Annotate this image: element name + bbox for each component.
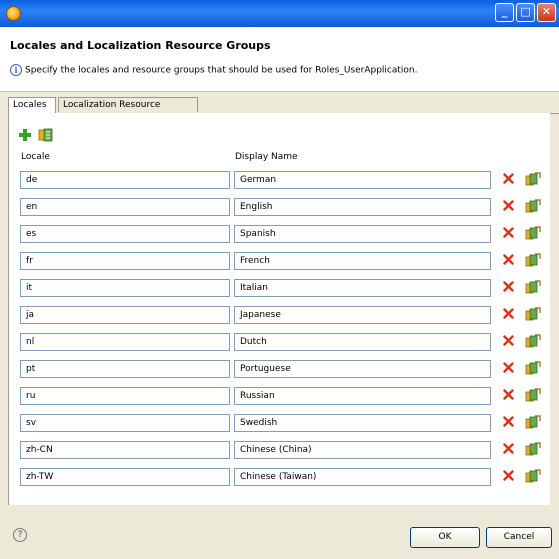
resource-group-icon[interactable] [38, 127, 54, 143]
display-name-field[interactable]: Portuguese [234, 360, 491, 378]
edit-locale-icon[interactable] [525, 306, 541, 322]
locale-row: fr French [0, 252, 559, 272]
locale-row: nl Dutch [0, 333, 559, 353]
locale-row: ja Japanese [0, 306, 559, 326]
delete-icon[interactable] [503, 389, 514, 400]
locale-column-header: Locale [21, 152, 50, 162]
locale-row: de German [0, 171, 559, 191]
ok-button[interactable]: OK [410, 527, 480, 548]
display-name-field[interactable]: Spanish [234, 225, 491, 243]
edit-locale-icon[interactable] [525, 387, 541, 403]
display-name-field[interactable]: Japanese [234, 306, 491, 324]
locale-field[interactable]: en [20, 198, 230, 216]
locale-field[interactable]: zh-CN [20, 441, 230, 459]
locale-field[interactable]: es [20, 225, 230, 243]
delete-icon[interactable] [503, 470, 514, 481]
locale-field[interactable]: it [20, 279, 230, 297]
display-name-field[interactable]: Chinese (China) [234, 441, 491, 459]
locale-field[interactable]: fr [20, 252, 230, 270]
delete-icon[interactable] [503, 362, 514, 373]
display-name-field[interactable]: Chinese (Taiwan) [234, 468, 491, 486]
app-icon [6, 6, 21, 21]
locale-field[interactable]: pt [20, 360, 230, 378]
locale-field[interactable]: sv [20, 414, 230, 432]
display-name-field[interactable]: German [234, 171, 491, 189]
add-icon[interactable] [18, 128, 32, 142]
minimize-button[interactable]: _ [495, 3, 514, 22]
edit-locale-icon[interactable] [525, 468, 541, 484]
edit-locale-icon[interactable] [525, 279, 541, 295]
edit-locale-icon[interactable] [525, 441, 541, 457]
locale-field[interactable]: ja [20, 306, 230, 324]
edit-locale-icon[interactable] [525, 333, 541, 349]
title-bar[interactable]: _ □ ✕ [0, 0, 559, 27]
close-button[interactable]: ✕ [537, 3, 556, 22]
display-name-field[interactable]: Dutch [234, 333, 491, 351]
locale-row: sv Swedish [0, 414, 559, 434]
locale-row: en English [0, 198, 559, 218]
locale-row: zh-CN Chinese (China) [0, 441, 559, 461]
delete-icon[interactable] [503, 416, 514, 427]
display-name-field[interactable]: Italian [234, 279, 491, 297]
locale-row: zh-TW Chinese (Taiwan) [0, 468, 559, 488]
display-name-field[interactable]: French [234, 252, 491, 270]
tab-locales-label: Locales [13, 100, 47, 110]
delete-icon[interactable] [503, 227, 514, 238]
delete-icon[interactable] [503, 254, 514, 265]
locale-field[interactable]: de [20, 171, 230, 189]
locale-field[interactable]: nl [20, 333, 230, 351]
tab-locales[interactable]: Locales [8, 97, 56, 114]
edit-locale-icon[interactable] [525, 360, 541, 376]
maximize-button[interactable]: □ [516, 3, 535, 22]
edit-locale-icon[interactable] [525, 225, 541, 241]
display-name-field[interactable]: English [234, 198, 491, 216]
delete-icon[interactable] [503, 173, 514, 184]
delete-icon[interactable] [503, 308, 514, 319]
display-name-field[interactable]: Swedish [234, 414, 491, 432]
locale-field[interactable]: zh-TW [20, 468, 230, 486]
delete-icon[interactable] [503, 281, 514, 292]
delete-icon[interactable] [503, 443, 514, 454]
edit-locale-icon[interactable] [525, 198, 541, 214]
edit-locale-icon[interactable] [525, 252, 541, 268]
header-message-text: Specify the locales and resource groups … [25, 65, 418, 76]
dialog-header: Locales and Localization Resource Groups… [0, 27, 559, 92]
header-message: i Specify the locales and resource groups… [10, 64, 417, 76]
edit-locale-icon[interactable] [525, 414, 541, 430]
tab-localization-resource-groups[interactable]: Localization Resource Groups [58, 97, 198, 124]
dialog-window: _ □ ✕ Locales and Localization Resource … [0, 0, 559, 559]
locale-row: es Spanish [0, 225, 559, 245]
locale-field[interactable]: ru [20, 387, 230, 405]
locale-row: ru Russian [0, 387, 559, 407]
tab-bar: Locales Localization Resource Groups [8, 97, 559, 124]
page-title: Locales and Localization Resource Groups [10, 39, 271, 52]
display-name-column-header: Display Name [235, 152, 298, 162]
display-name-field[interactable]: Russian [234, 387, 491, 405]
locale-row: pt Portuguese [0, 360, 559, 380]
edit-locale-icon[interactable] [525, 171, 541, 187]
cancel-button[interactable]: Cancel [486, 527, 552, 548]
info-icon: i [10, 64, 22, 76]
help-icon[interactable]: ? [13, 528, 27, 542]
locale-row: it Italian [0, 279, 559, 299]
delete-icon[interactable] [503, 335, 514, 346]
delete-icon[interactable] [503, 200, 514, 211]
